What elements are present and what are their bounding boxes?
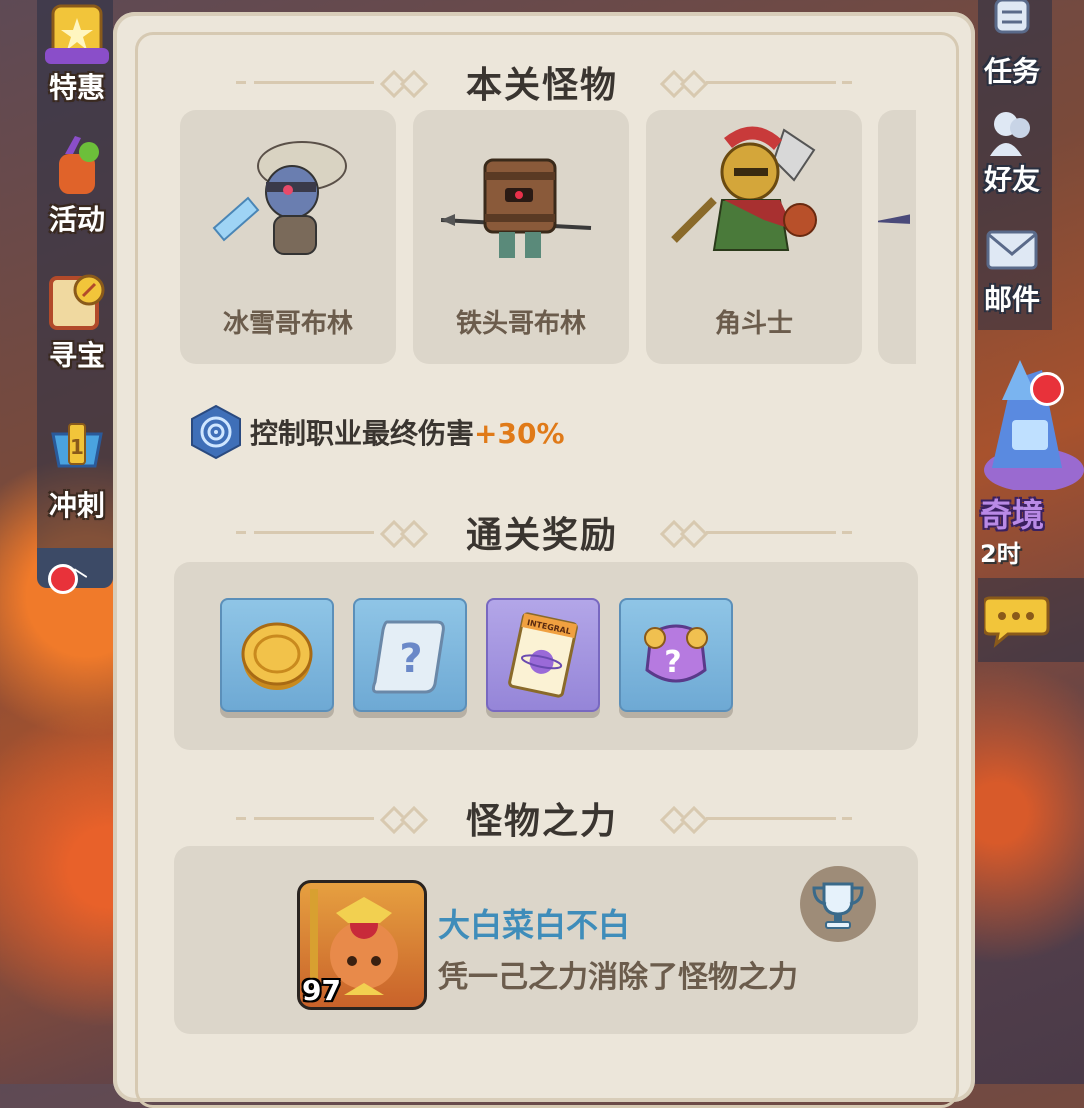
reward-item[interactable]: ? [353, 598, 467, 712]
trophy-icon [812, 882, 864, 929]
castle-icon [984, 360, 1084, 492]
player-avatar[interactable]: 97 [297, 880, 427, 1010]
right-menu-mail[interactable]: 邮件 [972, 228, 1052, 318]
mystery-scroll-icon: ? [371, 620, 445, 694]
monster-card[interactable]: 铁头哥布林 [413, 110, 629, 364]
notification-dot [1030, 372, 1064, 406]
partial-monster-icon [878, 214, 910, 224]
title-ornament-left [236, 69, 436, 99]
treasure-map-icon [45, 270, 109, 334]
player-level: 97 [302, 974, 341, 1007]
ice-goblin-icon [212, 141, 347, 255]
player-name[interactable]: 大白菜白不白 [438, 900, 630, 946]
monster-name: 铁头哥布林 [455, 309, 586, 339]
task-list-icon [984, 0, 1040, 50]
trophy-rank-icon: 1 [45, 420, 109, 484]
left-menu-events[interactable]: 活动 [37, 134, 117, 238]
monster-card[interactable]: 冰雪哥布林 [180, 110, 396, 364]
bonus-value: +30% [474, 417, 565, 450]
svg-text:?: ? [399, 636, 422, 682]
gold-coin-icon [241, 622, 313, 690]
gladiator-icon [671, 126, 817, 251]
title-ornament-left [236, 805, 436, 835]
chat-bubble-icon [984, 596, 1050, 648]
title-ornament-right [656, 69, 856, 99]
trophy-badge[interactable] [800, 866, 876, 942]
power-description: 凭一己之力消除了怪物之力 [438, 960, 798, 995]
monster-card-partial[interactable] [878, 110, 916, 364]
section-title: 通关奖励 [465, 515, 618, 556]
mail-icon [984, 228, 1040, 278]
section-header-rewards: 通关奖励 [0, 506, 1084, 558]
integral-ticket-icon: INTEGRAL [508, 612, 578, 698]
mystery-armor-icon: ? [644, 624, 708, 683]
section-title: 本关怪物 [465, 65, 618, 106]
bonus-text: 控制职业最终伤害+30% [250, 412, 565, 452]
right-menu-label: 邮件 [983, 283, 1040, 316]
reward-item[interactable]: INTEGRAL [486, 598, 600, 712]
left-menu-label: 活动 [48, 203, 105, 236]
friends-icon [984, 108, 1040, 158]
left-menu-treasure[interactable]: 寻宝 [37, 270, 117, 374]
monster-name: 冰雪哥布林 [222, 309, 353, 339]
right-menu-label: 好友 [983, 163, 1040, 196]
section-header-power: 怪物之力 [0, 792, 1084, 844]
right-menu-friends[interactable]: 好友 [972, 108, 1052, 198]
section-title: 怪物之力 [465, 801, 618, 842]
title-ornament-right [656, 519, 856, 549]
bonus-label: 控制职业最终伤害 [250, 417, 475, 450]
notification-dot [48, 564, 78, 594]
svg-text:1: 1 [70, 435, 84, 459]
svg-text:?: ? [664, 645, 681, 680]
chat-button[interactable] [978, 578, 1084, 662]
reward-item[interactable]: ? [619, 598, 733, 712]
monster-card[interactable]: 角斗士 [646, 110, 862, 364]
title-ornament-left [236, 519, 436, 549]
reward-item[interactable] [220, 598, 334, 712]
left-menu-label: 寻宝 [48, 339, 105, 372]
drink-icon [45, 134, 109, 198]
spiral-hex-icon [191, 404, 241, 460]
title-ornament-right [656, 805, 856, 835]
barrel-goblin-icon [441, 158, 592, 258]
section-header-monsters: 本关怪物 [0, 56, 1084, 108]
monster-name: 角斗士 [714, 309, 793, 339]
